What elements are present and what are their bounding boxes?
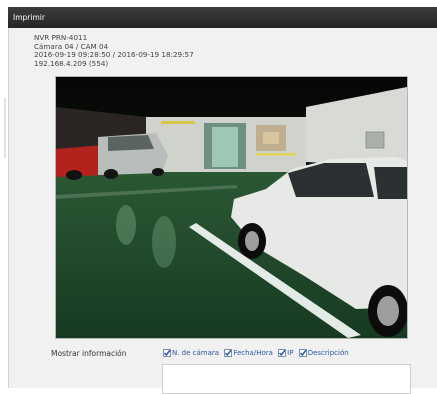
print-dialog-body: NVR PRN-4011 Cámara 04 / CAM 04 2016-09-…	[8, 28, 437, 394]
show-info-label: Mostrar información	[51, 349, 127, 358]
checkbox-icon	[298, 349, 307, 357]
camera-info-block: NVR PRN-4011 Cámara 04 / CAM 04 2016-09-…	[34, 33, 194, 69]
checkbox-datetime[interactable]: Fecha/Hora	[224, 349, 273, 357]
checkbox-label: Fecha/Hora	[233, 349, 273, 357]
checkbox-icon	[278, 349, 287, 357]
window-titlebar[interactable]: Imprimir	[8, 7, 437, 28]
ip-address: 192.168.4.209 (554)	[34, 59, 109, 69]
checkbox-ip[interactable]: IP	[278, 349, 293, 357]
checkbox-label: IP	[287, 349, 294, 357]
camera-snapshot	[55, 76, 408, 339]
checkbox-label: N. de cámara	[172, 349, 220, 357]
parking-garage-image	[56, 77, 407, 338]
window-title: Imprimir	[13, 13, 45, 22]
checkbox-icon	[224, 349, 233, 357]
window-top-edge	[0, 0, 437, 7]
window-left-edge	[0, 28, 8, 388]
checkbox-description[interactable]: Descripción	[298, 349, 349, 357]
checkbox-label: Descripción	[307, 349, 349, 357]
checkbox-camera-name[interactable]: N. de cámara	[163, 349, 219, 357]
checkbox-icon	[163, 349, 171, 357]
description-textarea[interactable]	[162, 364, 411, 394]
info-checkbox-group: N. de cámara Fecha/Hora IP Descripción	[163, 349, 352, 359]
